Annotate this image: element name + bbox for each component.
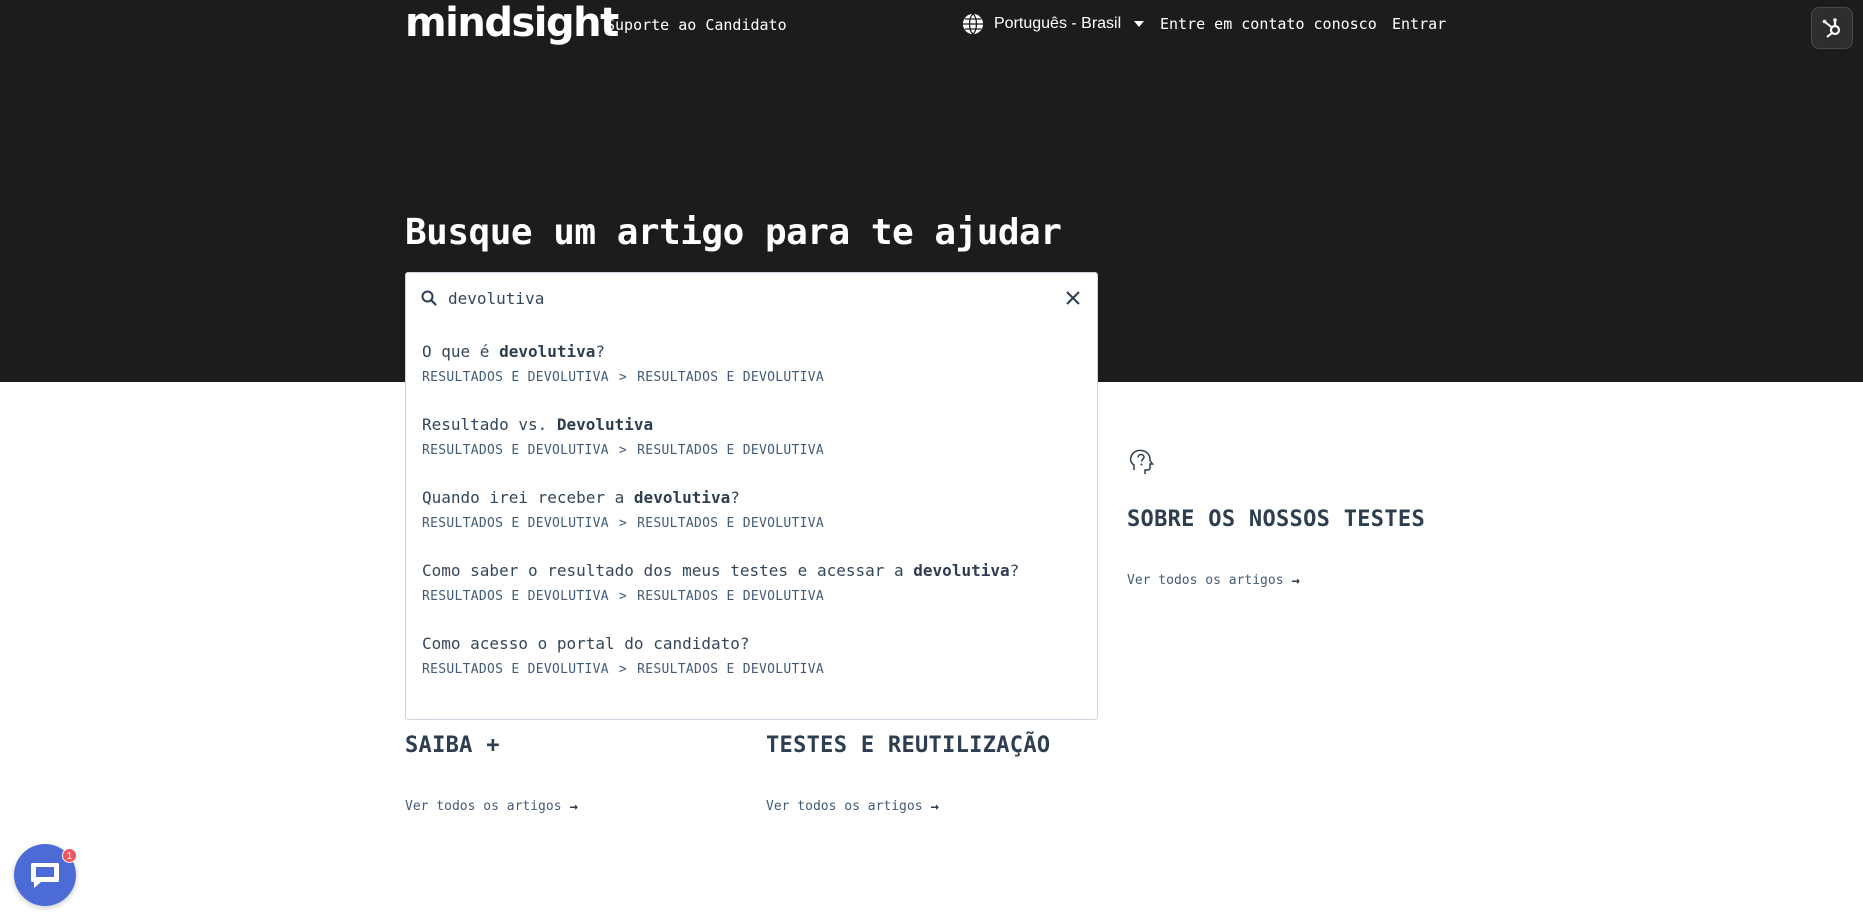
- result-title: Resultado vs. Devolutiva: [422, 415, 654, 434]
- search-results-list: O que é devolutiva? RESULTADOS E DEVOLUT…: [422, 341, 1082, 706]
- result-breadcrumb: RESULTADOS E DEVOLUTIVA > RESULTADOS E DEV…: [422, 516, 824, 531]
- contact-link[interactable]: Entre em contato conosco: [1160, 13, 1377, 35]
- search-box: O que é devolutiva? RESULTADOS E DEVOLUT…: [405, 272, 1098, 720]
- top-navigation: mindsight Suporte ao Candidato Português…: [0, 0, 1863, 50]
- search-result-item[interactable]: Quando irei receber a devolutiva? RESULT…: [422, 487, 1082, 560]
- see-all-label: Ver todos os artigos: [766, 799, 923, 814]
- see-all-link-saiba[interactable]: Ver todos os artigos →: [405, 798, 578, 816]
- result-breadcrumb: RESULTADOS E DEVOLUTIVA > RESULTADOS E DEV…: [422, 443, 824, 458]
- see-all-link-testes[interactable]: Ver todos os artigos →: [766, 798, 939, 816]
- search-result-item[interactable]: Resultado vs. Devolutiva RESULTADOS E DE…: [422, 414, 1082, 487]
- result-breadcrumb: RESULTADOS E DEVOLUTIVA > RESULTADOS E DEV…: [422, 370, 824, 385]
- page-title: Busque um artigo para te ajudar: [405, 212, 1062, 253]
- search-result-item[interactable]: O que é devolutiva? RESULTADOS E DEVOLUT…: [422, 341, 1082, 414]
- chevron-down-icon: [1134, 21, 1145, 27]
- arrow-right-icon: →: [569, 799, 578, 815]
- notification-badge: 1: [62, 848, 77, 863]
- result-title: Como saber o resultado dos meus testes e…: [422, 561, 1020, 580]
- search-result-item[interactable]: Como saber o resultado dos meus testes e…: [422, 560, 1082, 633]
- result-title: O que é devolutiva?: [422, 342, 606, 361]
- result-breadcrumb: RESULTADOS E DEVOLUTIVA > RESULTADOS E DEV…: [422, 662, 824, 677]
- search-icon: [421, 290, 437, 306]
- result-title: Como acesso o portal do candidato?: [422, 634, 750, 653]
- result-breadcrumb: RESULTADOS E DEVOLUTIVA > RESULTADOS E DEV…: [422, 589, 824, 604]
- hubspot-sprocket-button[interactable]: [1811, 7, 1853, 49]
- chat-bubble-icon: [31, 863, 59, 888]
- category-title-testes[interactable]: TESTES E REUTILIZAÇÃO: [766, 731, 1050, 761]
- see-all-label: Ver todos os artigos: [405, 799, 562, 814]
- arrow-right-icon: →: [930, 799, 939, 815]
- see-all-label: Ver todos os artigos: [1127, 573, 1284, 588]
- arrow-right-icon: →: [1291, 573, 1300, 589]
- see-all-link-sobre[interactable]: Ver todos os artigos →: [1127, 572, 1300, 590]
- login-link[interactable]: Entrar: [1392, 13, 1446, 35]
- search-input[interactable]: [448, 285, 1028, 311]
- hubspot-sprocket-icon: [1822, 18, 1841, 38]
- portal-name-link[interactable]: Suporte ao Candidato: [606, 14, 787, 36]
- globe-icon: [962, 13, 984, 35]
- language-selector[interactable]: Português - Brasil: [962, 11, 1145, 37]
- language-label: Português - Brasil: [994, 15, 1122, 32]
- close-icon[interactable]: [1062, 287, 1084, 309]
- category-title-sobre[interactable]: SOBRE OS NOSSOS TESTES: [1127, 505, 1425, 535]
- result-title: Quando irei receber a devolutiva?: [422, 488, 740, 507]
- mindsight-logo[interactable]: mindsight: [405, 0, 619, 46]
- category-title-saiba[interactable]: SAIBA +: [405, 731, 500, 761]
- search-result-item[interactable]: Como acesso o portal do candidato? RESUL…: [422, 633, 1082, 706]
- question-head-icon: [1129, 449, 1154, 474]
- search-row: [406, 273, 1097, 323]
